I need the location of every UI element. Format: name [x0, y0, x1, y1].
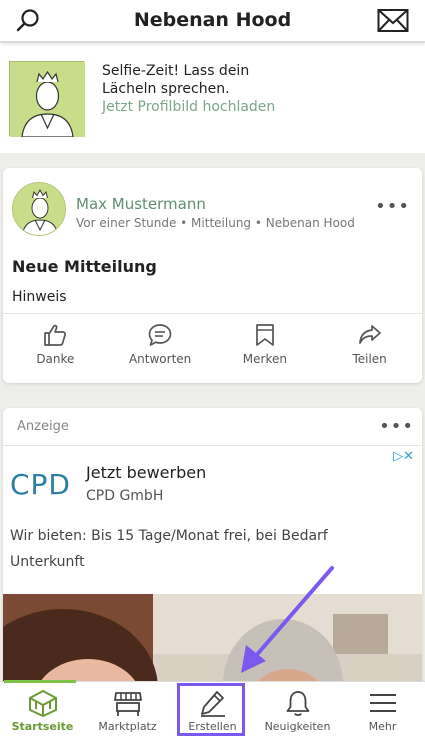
pencil-icon	[200, 691, 225, 717]
post-body: Hinweis	[12, 289, 67, 305]
nav-home[interactable]: Startseite	[0, 682, 85, 736]
bookmark-button[interactable]: Merken	[213, 323, 318, 373]
nav-create-label: Erstellen	[188, 720, 237, 733]
profile-picture-prompt[interactable]: Selfie-Zeit! Lass dein Lächeln sprechen.…	[0, 43, 425, 153]
ad-label: Anzeige	[17, 419, 69, 434]
nav-create[interactable]: Erstellen	[170, 682, 255, 736]
bottom-navigation: Startseite Marktplatz Erstellen Neuigkei…	[0, 680, 425, 736]
mail-icon[interactable]	[377, 8, 409, 34]
reply-label: Antworten	[128, 352, 192, 366]
bell-icon	[286, 691, 309, 716]
nav-marketplace[interactable]: Marktplatz	[85, 682, 170, 736]
reply-button[interactable]: Antworten	[108, 323, 213, 373]
prompt-text-line2: Lächeln sprechen.	[102, 81, 230, 97]
ad-more-options-icon[interactable]: •••	[379, 416, 414, 437]
ad-text-line1: Wir bieten: Bis 15 Tage/Monat frei, bei …	[10, 528, 328, 544]
reply-bubble-icon	[148, 324, 172, 346]
bookmark-label: Merken	[242, 352, 287, 366]
cpd-logo: CPD	[10, 468, 71, 501]
post-title: Neue Mitteilung	[12, 257, 157, 276]
ad-card[interactable]: Anzeige ••• CPD Jetzt bewerben CPD GmbH …	[3, 408, 422, 708]
ad-title[interactable]: Jetzt bewerben	[86, 463, 206, 482]
top-header: Nebenan Hood	[0, 0, 425, 42]
nav-more-label: Mehr	[368, 720, 397, 733]
bookmark-icon	[256, 324, 274, 346]
nav-news[interactable]: Neuigkeiten	[255, 682, 340, 736]
post-meta: Vor einer Stunde • Mitteilung • Nebenan …	[76, 216, 355, 230]
market-stall-icon	[113, 692, 142, 716]
upload-profile-picture-link[interactable]: Jetzt Profilbild hochladen	[102, 99, 275, 115]
ad-text-line2: Unterkunft	[10, 554, 85, 570]
thumbs-up-icon	[44, 324, 67, 346]
thanks-button[interactable]: Danke	[3, 323, 108, 373]
nav-news-label: Neuigkeiten	[264, 720, 331, 733]
nav-home-label: Startseite	[11, 720, 74, 733]
share-label: Teilen	[352, 352, 387, 366]
nav-marketplace-label: Marktplatz	[98, 720, 157, 733]
menu-icon	[369, 694, 396, 712]
app-title: Nebenan Hood	[133, 9, 292, 31]
post-card[interactable]: Max Mustermann Vor einer Stunde • Mittei…	[3, 168, 422, 383]
nav-more[interactable]: Mehr	[340, 682, 425, 736]
prompt-text-line1: Selfie-Zeit! Lass dein	[102, 63, 250, 79]
share-button[interactable]: Teilen	[317, 323, 422, 373]
post-actions: Danke Antworten Merken Teilen	[3, 323, 422, 373]
person-placeholder-icon	[13, 183, 65, 235]
ad-company: CPD GmbH	[86, 488, 164, 504]
default-profile-picture[interactable]	[9, 61, 85, 138]
home-icon	[28, 690, 57, 717]
post-more-options-icon[interactable]: •••	[375, 196, 410, 217]
avatar[interactable]	[12, 182, 66, 236]
share-icon	[358, 325, 381, 344]
thanks-label: Danke	[36, 352, 75, 366]
divider	[3, 313, 422, 314]
post-author[interactable]: Max Mustermann	[76, 195, 206, 213]
adchoices-icon[interactable]: ▷✕	[393, 449, 414, 464]
person-placeholder-icon	[10, 62, 85, 138]
ad-header: Anzeige •••	[3, 408, 422, 446]
